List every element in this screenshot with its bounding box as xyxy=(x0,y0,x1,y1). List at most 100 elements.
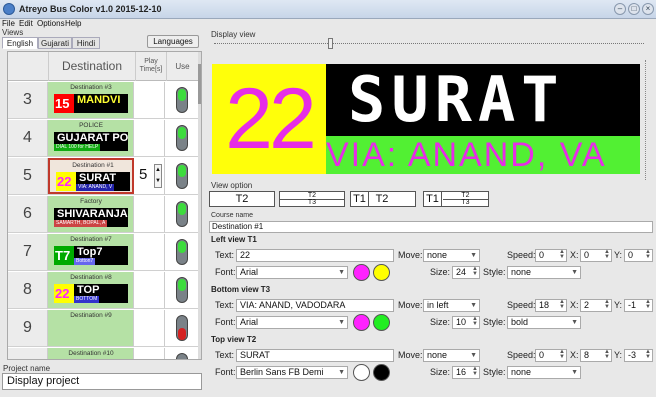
x-spinner[interactable]: 0 ▲ ▼ xyxy=(580,249,612,262)
table-row[interactable]: 3 Destination #3 15 MANDVI xyxy=(8,82,198,119)
speed-spinner[interactable]: 0 ▲ ▼ xyxy=(535,349,567,362)
play-time-cell[interactable] xyxy=(135,234,165,270)
play-time-cell[interactable] xyxy=(135,196,165,232)
destination-cell[interactable]: Factory SHIVARANJANISAMARTH, BOPAL, A xyxy=(48,196,134,232)
text-input[interactable]: SURAT xyxy=(236,349,394,362)
destination-cell[interactable]: Destination #3 15 MANDVI xyxy=(48,82,134,118)
use-toggle[interactable] xyxy=(176,239,188,265)
spinner-arrows-icon[interactable]: ▲ ▼ xyxy=(604,349,610,360)
destination-cell[interactable]: Destination #1 22 SURAT VIA: ANAND, V xyxy=(48,158,134,194)
text-input[interactable]: 22 xyxy=(236,249,394,262)
project-name-input[interactable]: Display project xyxy=(2,373,202,390)
size-spinner[interactable]: 16 ▲ ▼ xyxy=(452,366,480,379)
size-spinner[interactable]: 10 ▲ ▼ xyxy=(452,316,480,329)
destination-cell[interactable]: Destination #7 T7 Top7 Botton7 xyxy=(48,234,134,270)
size-spinner[interactable]: 24 ▲ ▼ xyxy=(452,266,480,279)
spinner-arrows-icon[interactable]: ▲ ▼ xyxy=(645,349,651,360)
tab-hindi[interactable]: Hindi xyxy=(72,37,100,49)
y-spinner[interactable]: -1 ▲ ▼ xyxy=(624,299,653,312)
speed-spinner[interactable]: 0 ▲ ▼ xyxy=(535,249,567,262)
spinner-arrows-icon[interactable]: ▲ ▼ xyxy=(472,366,478,377)
style-select[interactable]: bold ▼ xyxy=(507,316,581,329)
move-select[interactable]: in left ▼ xyxy=(423,299,480,312)
destination-cell[interactable]: POLICE GUJARAT POLICEDIAL 100 for HELP xyxy=(48,120,134,156)
use-toggle[interactable] xyxy=(176,125,188,151)
background-color-picker[interactable] xyxy=(373,264,390,281)
maximize-icon[interactable]: □ xyxy=(628,3,640,15)
use-toggle[interactable] xyxy=(176,353,188,359)
destination-cell[interactable]: Destination #8 22 TOP BOTTOM xyxy=(48,272,134,308)
use-toggle[interactable] xyxy=(176,87,188,113)
use-toggle[interactable] xyxy=(176,201,188,227)
menu-file[interactable]: File xyxy=(2,19,15,28)
destination-cell[interactable]: Destination #9 xyxy=(48,310,134,346)
view-option-3[interactable]: T1 T2 xyxy=(350,191,416,207)
font-select[interactable]: Arial ▼ xyxy=(236,266,348,279)
spinner-arrows-icon[interactable]: ▲ ▼ xyxy=(559,299,565,310)
style-select[interactable]: none ▼ xyxy=(507,366,581,379)
play-time-cell[interactable]: 5 ▲ ▼ xyxy=(135,158,165,194)
close-icon[interactable]: × xyxy=(642,3,654,15)
view-option-2[interactable]: T2 T3 xyxy=(279,191,345,207)
display-scrollbar[interactable] xyxy=(645,60,653,180)
view-option-4[interactable]: T1 T2 T3 xyxy=(423,191,489,207)
tab-english[interactable]: English xyxy=(2,37,38,49)
table-row[interactable]: 5 Destination #1 22 SURAT VIA: ANAND, V 5 ▲ ▼ xyxy=(8,158,198,195)
menu-edit[interactable]: Edit xyxy=(19,19,33,28)
play-time-cell[interactable] xyxy=(135,82,165,118)
play-time-cell[interactable] xyxy=(135,272,165,308)
spinner-arrows-icon[interactable]: ▲ ▼ xyxy=(472,316,478,327)
destination-cell[interactable]: Destination #10 xyxy=(48,348,134,359)
play-time-cell[interactable] xyxy=(135,310,165,346)
move-select[interactable]: none ▼ xyxy=(423,249,480,262)
y-spinner[interactable]: 0 ▲ ▼ xyxy=(624,249,653,262)
move-select[interactable]: none ▼ xyxy=(423,349,480,362)
display-slider-thumb[interactable] xyxy=(328,38,333,49)
use-toggle[interactable] xyxy=(176,163,188,189)
course-name-input[interactable]: Destination #1 xyxy=(209,221,653,233)
spinner-arrows-icon[interactable]: ▲ ▼ xyxy=(559,349,565,360)
table-row[interactable]: 6 Factory SHIVARANJANISAMARTH, BOPAL, A xyxy=(8,196,198,233)
grid-scrollbar-thumb[interactable] xyxy=(198,64,201,104)
tab-gujarati[interactable]: Gujarati xyxy=(38,37,72,49)
use-toggle[interactable] xyxy=(176,277,188,303)
x-spinner[interactable]: 2 ▲ ▼ xyxy=(580,299,612,312)
y-spinner[interactable]: -3 ▲ ▼ xyxy=(624,349,653,362)
x-spinner[interactable]: 8 ▲ ▼ xyxy=(580,349,612,362)
section-title: Top view T2 xyxy=(211,335,257,344)
use-toggle[interactable] xyxy=(176,315,188,341)
spinner-arrows-icon[interactable]: ▲ ▼ xyxy=(472,266,478,277)
spinner-arrows-icon[interactable]: ▲ ▼ xyxy=(604,299,610,310)
text-color-picker[interactable] xyxy=(353,264,370,281)
style-select[interactable]: none ▼ xyxy=(507,266,581,279)
spinner-arrows-icon[interactable]: ▲ ▼ xyxy=(559,249,565,260)
play-time-cell[interactable] xyxy=(135,120,165,156)
table-row[interactable]: 7 Destination #7 T7 Top7 Botton7 xyxy=(8,234,198,271)
text-color-picker[interactable] xyxy=(353,364,370,381)
menu-options[interactable]: Options xyxy=(37,19,65,28)
destination-name: Destination #1 xyxy=(72,162,114,169)
play-time-spinner[interactable]: ▲ ▼ xyxy=(154,164,162,188)
languages-button[interactable]: Languages xyxy=(147,35,199,48)
background-color-picker[interactable] xyxy=(373,364,390,381)
play-time-cell[interactable] xyxy=(135,348,165,359)
table-row[interactable]: Destination #10 xyxy=(8,348,198,359)
minimize-icon[interactable]: – xyxy=(614,3,626,15)
table-row[interactable]: 9 Destination #9 xyxy=(8,310,198,347)
view-option-1[interactable]: T2 xyxy=(209,191,275,207)
grid-scrollbar[interactable] xyxy=(198,52,201,359)
spinner-arrows-icon[interactable]: ▲ ▼ xyxy=(604,249,610,260)
spinner-arrows-icon[interactable]: ▲ ▼ xyxy=(645,249,651,260)
background-color-picker[interactable] xyxy=(373,314,390,331)
display-slider-track[interactable] xyxy=(214,43,644,45)
grid-header: Destination Play Time[s] Use xyxy=(8,52,198,81)
font-select[interactable]: Berlin Sans FB Demi ▼ xyxy=(236,366,348,379)
table-row[interactable]: 8 Destination #8 22 TOP BOTTOM xyxy=(8,272,198,309)
text-input[interactable]: VIA: ANAND, VADODARA xyxy=(236,299,394,312)
menu-help[interactable]: Help xyxy=(65,19,81,28)
spinner-arrows-icon[interactable]: ▲ ▼ xyxy=(645,299,651,310)
table-row[interactable]: 4 POLICE GUJARAT POLICEDIAL 100 for HELP xyxy=(8,120,198,157)
font-select[interactable]: Arial ▼ xyxy=(236,316,348,329)
text-color-picker[interactable] xyxy=(353,314,370,331)
speed-spinner[interactable]: 18 ▲ ▼ xyxy=(535,299,567,312)
